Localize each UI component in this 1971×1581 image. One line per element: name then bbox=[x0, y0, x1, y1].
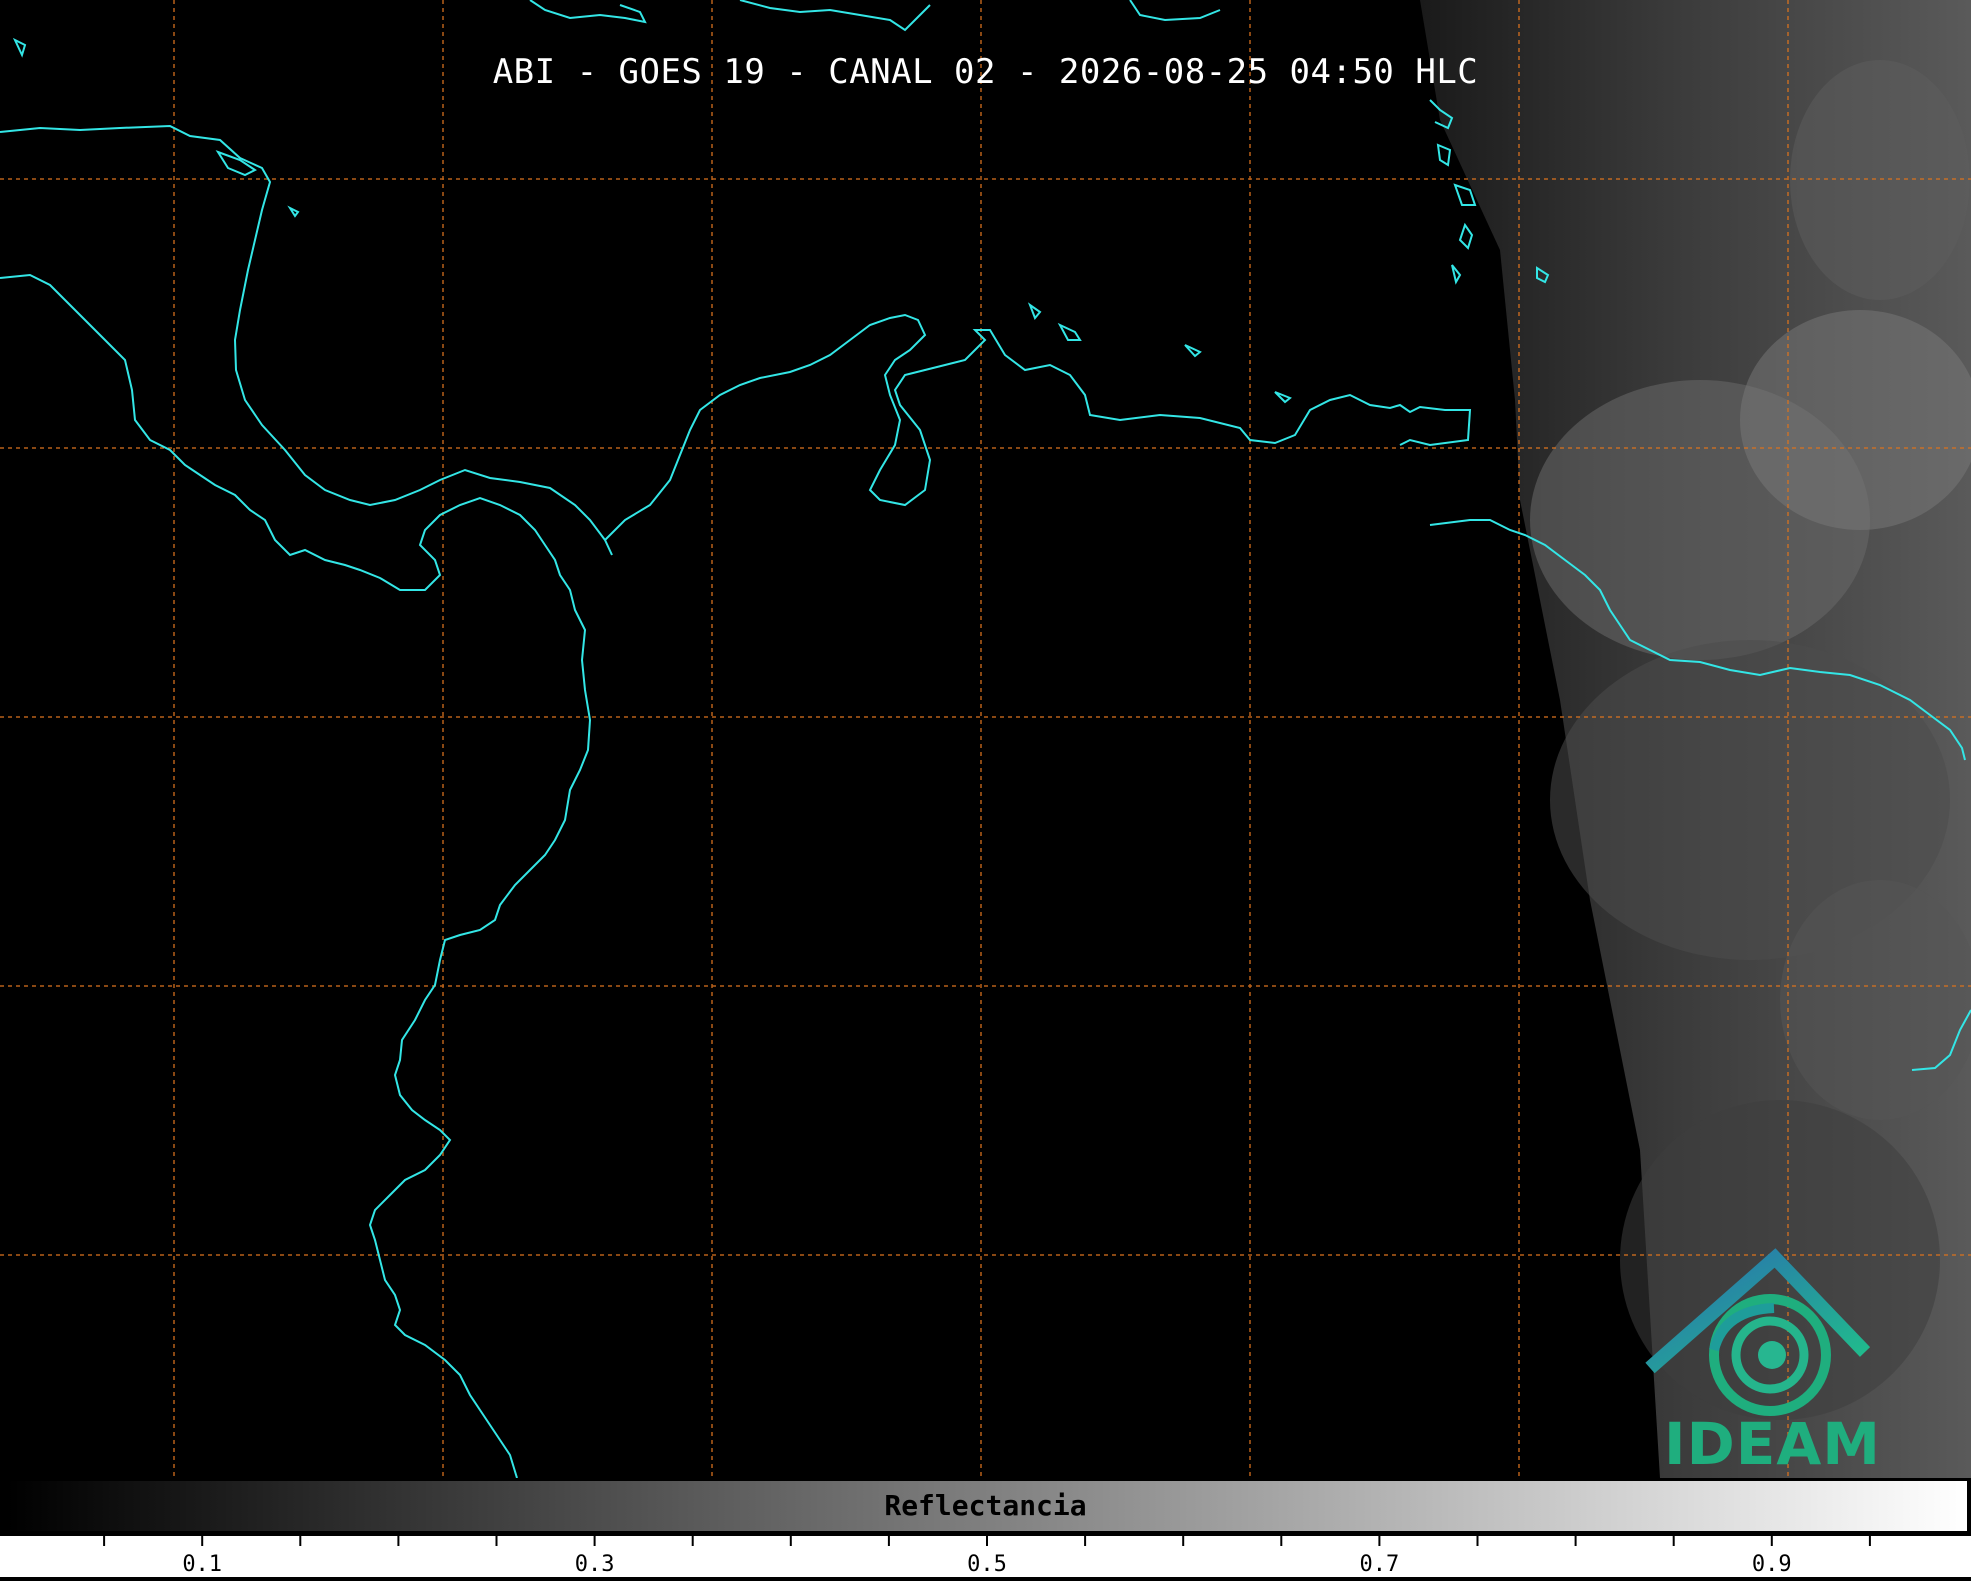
colorbar-tick-label: 0.1 bbox=[182, 1552, 223, 1577]
colorbar-tick-label: 0.5 bbox=[967, 1552, 1007, 1577]
satellite-map bbox=[0, 0, 1971, 1478]
colorbar-label: Reflectancia bbox=[884, 1489, 1087, 1522]
page-title: ABI - GOES 19 - CANAL 02 - 2026-08-25 04… bbox=[492, 52, 1479, 92]
colorbar-tick-label: 0.3 bbox=[574, 1552, 615, 1577]
ideam-logo-text: IDEAM bbox=[1664, 1410, 1881, 1478]
colorbar-tick-label: 0.9 bbox=[1751, 1552, 1792, 1577]
colorbar-tick-label: 0.7 bbox=[1359, 1552, 1400, 1577]
